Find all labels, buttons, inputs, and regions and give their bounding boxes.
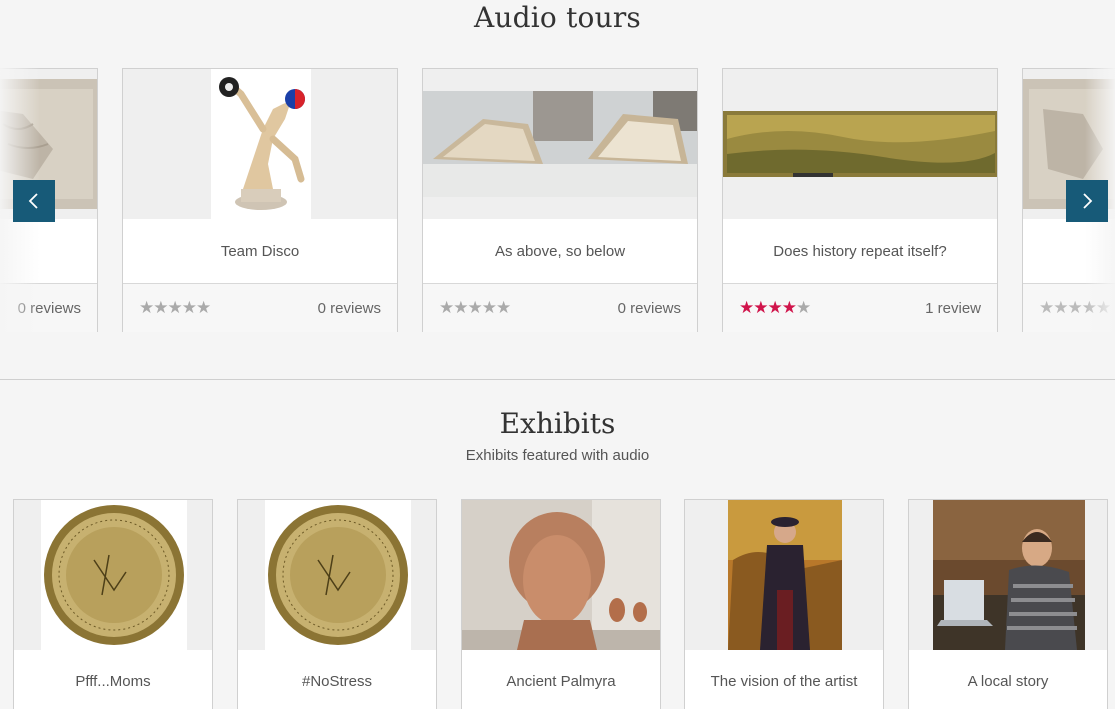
carousel-next-button[interactable] — [1066, 180, 1108, 222]
open-books-image — [423, 91, 697, 219]
exhibit-title: The vision of the artist — [710, 673, 858, 690]
man-with-laptop-image — [933, 500, 1085, 650]
tour-card[interactable]: Does history repeat itself? ★★★★★ 1 revi… — [722, 68, 998, 332]
tour-thumbnail — [123, 69, 397, 219]
tour-footer: ★★★★★ 0 reviews — [123, 284, 397, 332]
exhibit-thumbnail — [462, 500, 660, 650]
audio-tours-heading: Audio tours — [474, 1, 641, 34]
exhibit-card[interactable]: Pfff...Moms — [13, 499, 213, 709]
tour-thumbnail — [723, 69, 997, 219]
panoramic-painting-image — [723, 111, 997, 177]
rating-stars: ★★★★★ — [739, 298, 811, 317]
exhibit-title: #NoStress — [301, 673, 373, 690]
stone-head-sculpture-image — [462, 500, 660, 650]
review-count: 0 reviews — [317, 299, 381, 317]
review-count: 1 review — [925, 299, 981, 317]
exhibit-title: Pfff...Moms — [75, 673, 151, 690]
exhibit-thumbnail — [14, 500, 212, 650]
incantation-bowl-image — [265, 500, 411, 650]
rating-stars: ★★★★★ — [139, 298, 211, 317]
carousel-prev-button[interactable] — [13, 180, 55, 222]
review-count: 0 reviews — [617, 299, 681, 317]
exhibit-card[interactable]: The vision of the artist — [684, 499, 884, 709]
tour-title: As above, so below — [423, 219, 697, 284]
exhibit-card[interactable]: #NoStress — [237, 499, 437, 709]
tour-title: Does history repeat itself? — [723, 219, 997, 284]
exhibit-title: Ancient Palmyra — [506, 673, 616, 690]
rating-stars: ★★★★★ — [439, 298, 511, 317]
exhibit-thumbnail — [238, 500, 436, 650]
tour-footer: ★★★★★ 0 reviews — [423, 284, 697, 332]
exhibit-card[interactable]: A local story — [908, 499, 1108, 709]
exhibit-title: A local story — [967, 673, 1049, 690]
tour-title: Team Disco — [123, 219, 397, 284]
exhibits-subtitle: Exhibits featured with audio — [465, 447, 650, 464]
audio-tours-carousel: ★★★★★ 0 reviews Team Disco ★★★★★ 0 revie… — [0, 68, 1115, 333]
tour-card[interactable]: Team Disco ★★★★★ 0 reviews — [122, 68, 398, 332]
incantation-bowl-image — [41, 500, 187, 650]
exhibit-thumbnail — [909, 500, 1107, 650]
tour-thumbnail — [423, 69, 697, 219]
tour-footer: ★★★★★ 1 review — [723, 284, 997, 332]
tour-card[interactable]: As above, so below ★★★★★ 0 reviews — [422, 68, 698, 332]
portrait-painting-image — [728, 500, 842, 650]
exhibit-thumbnail — [685, 500, 883, 650]
discobolus-statue-image — [211, 69, 311, 219]
exhibit-card[interactable]: Ancient Palmyra — [461, 499, 661, 709]
section-divider — [0, 379, 1115, 380]
exhibits-heading: Exhibits — [499, 407, 616, 440]
chevron-left-icon — [28, 193, 38, 209]
chevron-right-icon — [1083, 193, 1093, 209]
